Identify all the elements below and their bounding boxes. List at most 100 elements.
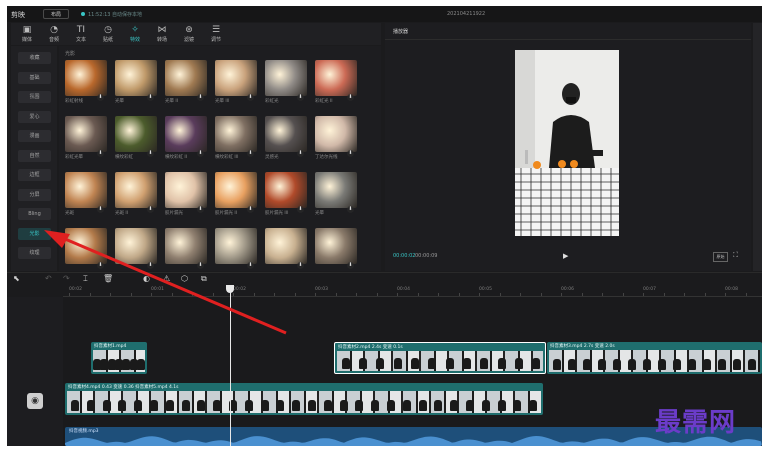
frame-figure [181,400,190,411]
effect-thumbnail[interactable]: ⬇ [215,228,257,271]
select-pointer-icon[interactable]: ⬉ [13,274,20,283]
effect-thumbnail[interactable]: ⬇ [65,228,107,271]
tool-effects[interactable]: ✧ 特效 [123,25,147,45]
frame-figure [149,400,158,411]
ruler-tick [397,293,398,296]
tool-sticker[interactable]: ◷ 贴纸 [96,25,120,45]
effect-thumbnail[interactable]: ⬇ 胶片漏光 II [215,172,257,216]
category-item[interactable]: 分屏 [18,188,51,201]
effect-thumbnail[interactable]: ⬇ [115,228,157,271]
delete-icon[interactable]: 🗑︎ [103,274,113,283]
effect-thumbnail[interactable]: ⬇ [315,228,357,271]
effect-thumbnail[interactable]: ⬇ 光晕 [115,60,157,104]
category-item[interactable]: 爱心 [18,110,51,123]
frame-figure [513,400,522,411]
effect-preview-image [215,172,257,208]
category-item[interactable]: 光影 [18,227,51,240]
category-item[interactable]: 自然 [18,149,51,162]
tool-adjust[interactable]: ☰ 调节 [204,25,228,45]
effect-label: 横纹彩虹 III [215,155,239,160]
effect-preview-image [65,116,107,152]
frame-figure [497,358,506,369]
playhead-handle[interactable] [226,285,234,293]
tool-audio[interactable]: ◔ 音频 [42,25,66,45]
ruler-tick [704,293,706,296]
effect-thumbnail[interactable]: ⬇ 横纹彩虹 II [165,116,207,160]
rotate-icon[interactable]: ⬡ [181,274,188,283]
layout-button[interactable]: 布局 [43,9,69,19]
ruler-tick [499,293,501,296]
effect-thumbnail[interactable]: ⬇ [265,228,307,271]
ruler-label: 00:06 [561,287,574,292]
effect-thumbnail[interactable]: ⬇ 彩虹光 II [315,60,357,104]
tool-transition[interactable]: ⋈ 转场 [150,25,174,45]
frame-figure [627,359,636,370]
effect-thumbnail[interactable]: ⬇ 光斑 [65,172,107,216]
autosave-status: 11:52:13 自动保存本地 [81,11,142,18]
adjust-icon: ☰ [211,25,221,35]
category-item[interactable]: 纹理 [18,247,51,259]
category-item[interactable]: 收藏 [18,52,51,64]
effect-thumbnail[interactable]: ⬇ 胶片漏光 III [265,172,307,216]
freeze-icon[interactable]: ◐ [143,274,150,283]
ruler-label: 00:02 [69,287,82,292]
effect-thumbnail[interactable]: ⬇ 横纹彩虹 [115,116,157,160]
clip-label: 抖音素材2.mp4 2.4s 变速 0.1s [338,345,403,350]
effect-preview-image [265,228,307,264]
download-icon[interactable]: ⬇ [147,262,154,269]
split-icon[interactable]: ⌶ [83,274,88,284]
download-icon[interactable]: ⬇ [297,262,304,269]
cover-icon[interactable]: ◉ [27,393,43,409]
effect-preview-image [165,228,207,264]
effect-preview-image [115,172,157,208]
play-icon[interactable]: ▶ [563,252,568,260]
effect-thumbnail[interactable]: ⬇ 丁达尔光线 [315,116,357,160]
video-clip-1[interactable]: 抖音素材1.mp4 [91,342,147,374]
effects-grid: 光影 ⬇ 彩虹射线 ⬇ 光晕 ⬇ 光晕 II ⬇ 光晕 III ⬇ 彩虹光 ⬇ 彩虹光 II ⬇ 彩虹光晕… [59,46,381,271]
download-icon[interactable]: ⬇ [97,262,104,269]
effect-thumbnail[interactable]: ⬇ 胶片漏光 [165,172,207,216]
effect-thumbnail[interactable]: ⬇ 光晕 II [165,60,207,104]
tool-filter[interactable]: ⊛ 滤镜 [177,25,201,45]
tool-label: 媒体 [21,37,32,43]
playhead[interactable] [230,286,231,446]
video-clip-2[interactable]: 抖音素材2.mp4 2.4s 变速 0.1s [334,342,546,374]
effect-preview-image [165,116,207,152]
player-title: 播放器 [393,29,409,35]
video-clip-lower[interactable]: 抖音素材4.mp4 0.43 变速 0.36 抖音素材5.mp4 4.1s [65,383,543,415]
mirror-icon[interactable]: ⚠ [163,274,170,283]
ruler-label: 00:02 [233,287,246,292]
tool-text[interactable]: TI 文本 [69,25,93,45]
category-item[interactable]: 边框 [18,169,51,181]
ratio-button[interactable]: 原始 [713,252,728,262]
category-item[interactable]: 基础 [18,71,51,84]
category-item[interactable]: 漫画 [18,130,51,142]
clip-frames [549,350,760,372]
effect-thumbnail[interactable]: ⬇ 灵感光 [265,116,307,160]
effect-thumbnail[interactable]: ⬇ 彩虹射线 [65,60,107,104]
redo-icon[interactable]: ↷ [63,274,70,283]
effect-thumbnail[interactable]: ⬇ 光斑 II [115,172,157,216]
download-icon[interactable]: ⬇ [197,262,204,269]
fullscreen-icon[interactable]: ⛶ [733,251,738,260]
ruler-tick [130,293,132,296]
ruler-tick [89,293,91,296]
effect-thumbnail[interactable]: ⬇ 光晕 [315,172,357,216]
download-icon[interactable]: ⬇ [247,262,254,269]
current-time: 00:00:02 [393,253,416,259]
effect-thumbnail[interactable]: ⬇ 彩虹光晕 [65,116,107,160]
download-icon[interactable]: ⬇ [347,262,354,269]
frame-figure [86,400,95,411]
effect-thumbnail[interactable]: ⬇ [165,228,207,271]
effect-thumbnail[interactable]: ⬇ 彩虹光 [265,60,307,104]
effect-thumbnail[interactable]: ⬇ 光晕 III [215,60,257,104]
category-item[interactable]: Bling [18,208,51,220]
undo-icon[interactable]: ↶ [45,274,52,283]
video-clip-3[interactable]: 抖音素材3.mp4 2.7s 变速 2.0s [547,342,762,374]
frame-figure [100,359,109,370]
tool-media[interactable]: ▣ 媒体 [15,25,39,45]
frame-figure [260,400,269,411]
crop-icon[interactable]: ⧉ [201,274,207,284]
effect-thumbnail[interactable]: ⬇ 横纹彩虹 III [215,116,257,160]
category-item[interactable]: 氛围 [18,91,51,103]
